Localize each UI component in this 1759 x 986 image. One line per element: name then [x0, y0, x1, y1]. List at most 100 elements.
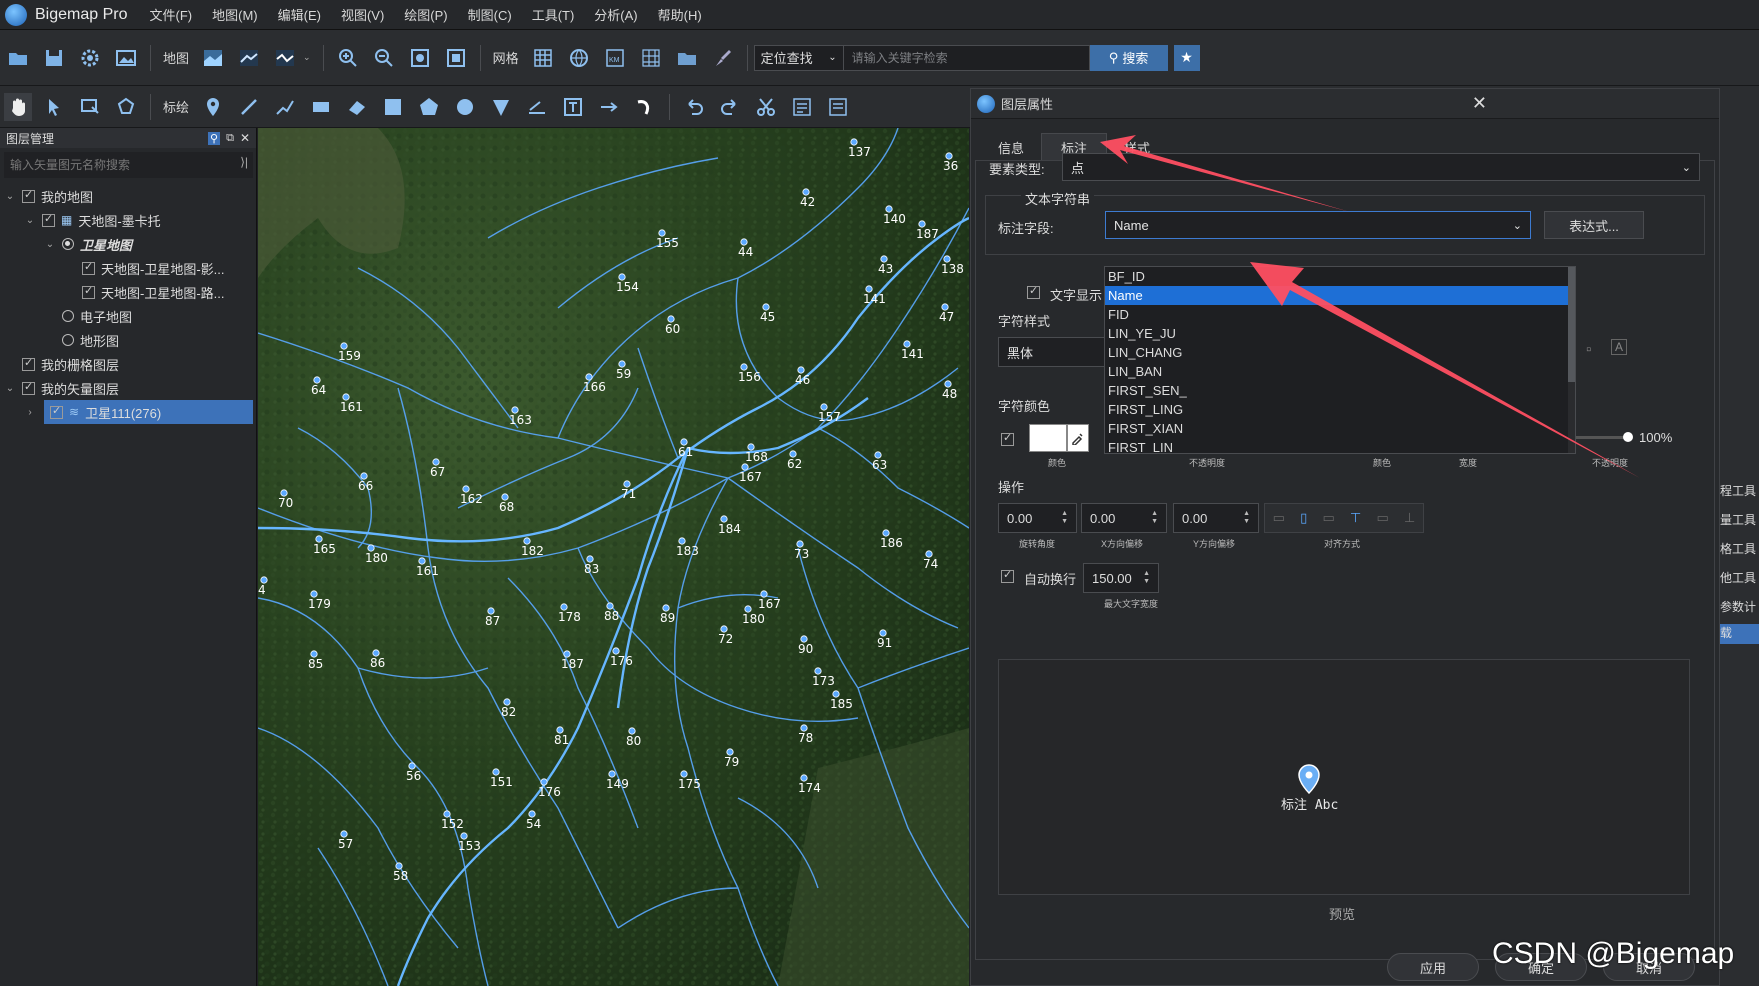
- strip-item-other-tools[interactable]: 他工具: [1720, 569, 1756, 586]
- dropdown-option[interactable]: FIRST_SEN_: [1105, 381, 1575, 400]
- settings-gear-icon[interactable]: [76, 44, 104, 72]
- rect-select-icon[interactable]: [76, 93, 104, 121]
- menu-file[interactable]: 文件(F): [150, 5, 193, 24]
- menu-help[interactable]: 帮助(H): [658, 5, 702, 24]
- font-size-a-icon[interactable]: A: [1611, 339, 1628, 355]
- strip-item-download[interactable]: 载: [1720, 624, 1759, 644]
- char-color-swatch[interactable]: [1029, 424, 1067, 452]
- layer-tree-item[interactable]: 电子地图: [4, 304, 257, 328]
- scissors-icon[interactable]: [752, 93, 780, 121]
- layer-checkbox[interactable]: [22, 380, 35, 395]
- curve-arrow-icon[interactable]: [631, 93, 659, 121]
- opacity-slider-track[interactable]: [1576, 436, 1626, 439]
- layer-checkbox[interactable]: [50, 404, 63, 419]
- undo-icon[interactable]: [680, 93, 708, 121]
- layer-checkbox[interactable]: [22, 188, 35, 203]
- map-style-icon[interactable]: [235, 44, 263, 72]
- expression-button[interactable]: 表达式...: [1544, 211, 1644, 239]
- rotation-angle-stepper[interactable]: 0.00 ▲ ▼: [998, 503, 1077, 533]
- stepper-arrows-icon[interactable]: ▲ ▼: [1243, 510, 1250, 526]
- redo-icon[interactable]: [716, 93, 744, 121]
- strip-item-grid-tools[interactable]: 格工具: [1720, 540, 1756, 557]
- map-source-chevron-icon[interactable]: ⌄: [303, 52, 311, 63]
- layer-tree-item[interactable]: 我的栅格图层: [4, 352, 257, 376]
- dropdown-option[interactable]: LIN_BAN: [1105, 362, 1575, 381]
- list-icon[interactable]: [824, 93, 852, 121]
- chevron-down-icon[interactable]: ⌄: [4, 383, 16, 394]
- dropdown-option[interactable]: BF_ID: [1105, 267, 1575, 286]
- align-center-h-icon[interactable]: ▯: [1300, 510, 1307, 526]
- map-sheet-grid-icon[interactable]: [637, 44, 665, 72]
- km-grid-icon[interactable]: KM: [601, 44, 629, 72]
- align-right-icon[interactable]: ▭: [1322, 510, 1334, 526]
- y-offset-stepper[interactable]: 0.00 ▲ ▼: [1173, 503, 1259, 533]
- pentagon-draw-icon[interactable]: [415, 93, 443, 121]
- close-icon[interactable]: ✕: [240, 131, 250, 145]
- search-button[interactable]: ⚲ 搜索: [1089, 44, 1168, 71]
- menu-view[interactable]: 视图(V): [341, 5, 384, 24]
- x-offset-stepper[interactable]: 0.00 ▲ ▼: [1081, 503, 1167, 533]
- text-tool-icon[interactable]: [559, 93, 587, 121]
- grid-icon[interactable]: [529, 44, 557, 72]
- circle-draw-icon[interactable]: [451, 93, 479, 121]
- menu-draw[interactable]: 绘图(P): [404, 5, 447, 24]
- brush-icon[interactable]: [709, 44, 737, 72]
- layer-radio[interactable]: [62, 238, 74, 250]
- eraser-icon[interactable]: [343, 93, 371, 121]
- align-bottom-icon[interactable]: ⊥: [1404, 510, 1415, 526]
- feature-type-select[interactable]: 点 ⌄: [1062, 153, 1700, 181]
- text-display-checkbox[interactable]: [1027, 284, 1040, 299]
- strip-item-engineering-tools[interactable]: 程工具: [1720, 482, 1756, 499]
- marker-point-icon[interactable]: [199, 93, 227, 121]
- menu-analysis[interactable]: 分析(A): [594, 5, 637, 24]
- layer-tree-item[interactable]: ⌄ 我的地图: [4, 184, 257, 208]
- layer-tree-item[interactable]: ⌄ ▦ 天地图-墨卡托: [4, 208, 257, 232]
- dropdown-option[interactable]: LIN_YE_JU: [1105, 324, 1575, 343]
- collapse-panel-icon[interactable]: ⟩|: [240, 155, 248, 169]
- max-text-width-stepper[interactable]: 150.00 ▲ ▼: [1083, 563, 1159, 593]
- close-icon[interactable]: ✕: [1472, 93, 1487, 114]
- measure-icon[interactable]: [523, 93, 551, 121]
- rectangle-draw-icon[interactable]: [307, 93, 335, 121]
- menu-map[interactable]: 地图(M): [212, 5, 258, 24]
- dropdown-scroll-thumb[interactable]: [1568, 267, 1575, 382]
- layer-checkbox[interactable]: [82, 260, 95, 275]
- map-canvas[interactable]: 137 36 42 140 187 155 44 43 138 154 141 47 45 60 159 14…: [258, 128, 969, 986]
- auto-wrap-checkbox[interactable]: [1001, 568, 1014, 583]
- layer-tree-item[interactable]: 地形图: [4, 328, 257, 352]
- layer-checkbox[interactable]: [82, 284, 95, 299]
- arrow-draw-icon[interactable]: [595, 93, 623, 121]
- tab-info[interactable]: 信息: [981, 133, 1041, 161]
- float-window-icon[interactable]: ⧉: [226, 132, 234, 145]
- globe-grid-icon[interactable]: [565, 44, 593, 72]
- stepper-arrows-icon[interactable]: ▲ ▼: [1151, 510, 1158, 526]
- stepper-arrows-icon[interactable]: ▲ ▼: [1061, 510, 1068, 526]
- polyline-draw-icon[interactable]: [271, 93, 299, 121]
- dropdown-option[interactable]: LIN_CHANG: [1105, 343, 1575, 362]
- strip-item-measure-tools[interactable]: 量工具: [1720, 511, 1756, 528]
- label-field-select[interactable]: Name ⌄: [1105, 211, 1531, 239]
- font-style-italic-icon[interactable]: ▫: [1586, 341, 1591, 358]
- attribute-table-icon[interactable]: [788, 93, 816, 121]
- polygon-select-icon[interactable]: [112, 93, 140, 121]
- select-pointer-icon[interactable]: [40, 93, 68, 121]
- layer-tree-item[interactable]: ⌄ 卫星地图: [4, 232, 257, 256]
- satellite-map-icon[interactable]: [199, 44, 227, 72]
- keyword-search-input[interactable]: [843, 44, 1090, 71]
- chevron-down-icon[interactable]: ⌄: [24, 215, 36, 226]
- image-export-icon[interactable]: [112, 44, 140, 72]
- char-color-checkbox[interactable]: [1001, 431, 1014, 446]
- layer-tree-item[interactable]: 天地图-卫星地图-路...: [4, 280, 257, 304]
- zoom-in-icon[interactable]: [334, 44, 362, 72]
- layer-checkbox[interactable]: [42, 212, 55, 227]
- eyedropper-icon[interactable]: [1067, 424, 1089, 452]
- strip-item-parameter-calc[interactable]: 参数计: [1720, 598, 1756, 615]
- layer-tree-item[interactable]: 天地图-卫星地图-影...: [4, 256, 257, 280]
- align-left-icon[interactable]: ▭: [1273, 510, 1285, 526]
- layer-radio[interactable]: [62, 310, 74, 322]
- full-extent-icon[interactable]: [442, 44, 470, 72]
- zoom-extent-icon[interactable]: [406, 44, 434, 72]
- menu-cartography[interactable]: 制图(C): [468, 5, 512, 24]
- chevron-down-icon[interactable]: ⌄: [4, 191, 16, 202]
- search-icon[interactable]: ⚲: [208, 131, 221, 145]
